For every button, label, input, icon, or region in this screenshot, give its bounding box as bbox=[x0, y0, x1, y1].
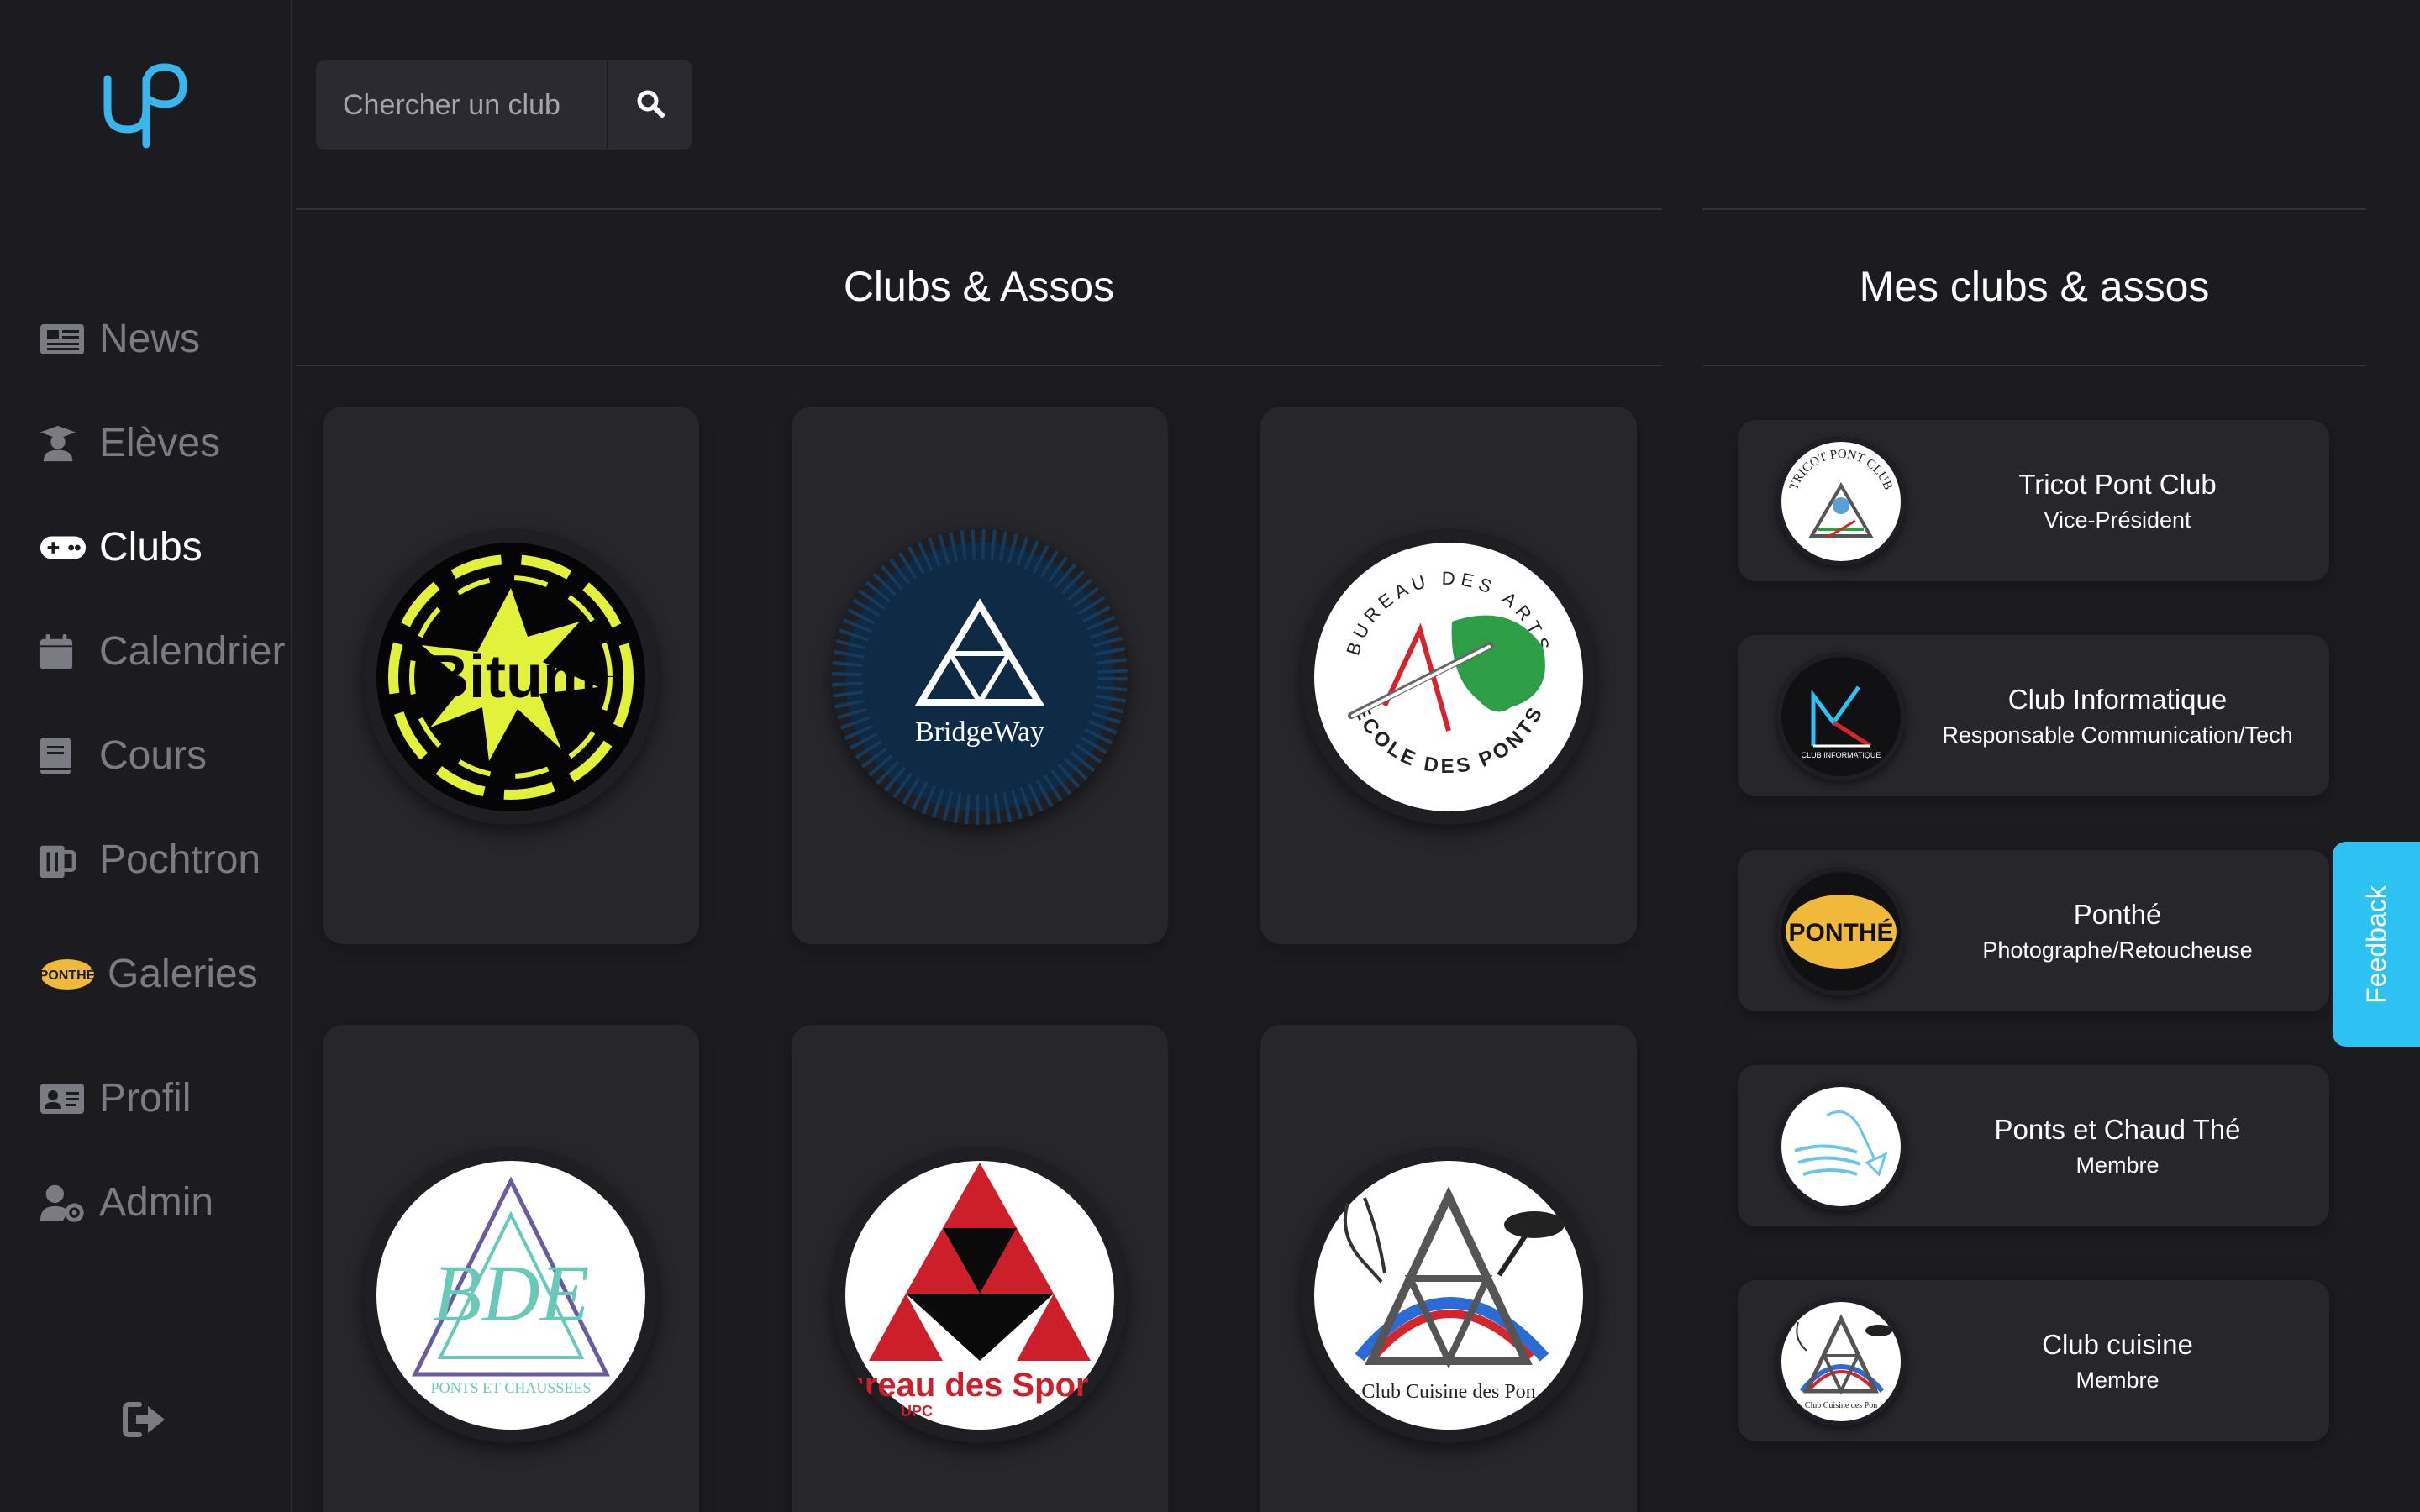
sidebar: News Elèves Clubs Calendrier Cours Pocht… bbox=[0, 0, 292, 1512]
divider bbox=[296, 208, 1662, 210]
ponthe-logo-icon: PONTHÉ bbox=[39, 954, 96, 995]
my-club-item-club-cuisine[interactable]: Club Cuisine des Pon Club cuisine Membre bbox=[1738, 1280, 2329, 1441]
club-logo: ureau des Spor UPC bbox=[832, 1147, 1128, 1443]
my-club-item-club-informatique[interactable]: CLUB INFORMATIQUE Club Informatique Resp… bbox=[1738, 635, 2329, 796]
sidebar-item-galeries[interactable]: PONTHÉ Galeries bbox=[39, 951, 258, 997]
club-name: Ponts et Chaud Thé bbox=[1994, 1113, 2241, 1145]
club-logo: Club Cuisine des Pon bbox=[1776, 1297, 1906, 1426]
bridgeway-logo-text: BridgeWay bbox=[915, 717, 1044, 748]
club-role: Vice-Président bbox=[2044, 507, 2191, 533]
sidebar-item-profil[interactable]: Profil bbox=[39, 1075, 191, 1121]
club-card-bureau-des-arts[interactable]: BUREAU DES ARTS ECOLE DES PONTS bbox=[1260, 407, 1637, 944]
sidebar-item-label: Galeries bbox=[108, 952, 258, 996]
club-logo: Bitum bbox=[363, 529, 659, 825]
sidebar-item-label: Cours bbox=[99, 733, 208, 778]
club-card-bridgeway[interactable]: BridgeWay bbox=[792, 407, 1168, 944]
divider bbox=[296, 365, 1662, 366]
club-role: Photographe/Retoucheuse bbox=[1982, 937, 2253, 963]
beer-mug-icon bbox=[39, 840, 87, 880]
book-icon bbox=[39, 736, 87, 776]
cuisine-small-logo-text: Club Cuisine des Pon bbox=[1805, 1401, 1877, 1410]
club-card-club-cuisine[interactable]: Club Cuisine des Pon bbox=[1260, 1025, 1637, 1512]
club-logo: BDE PONTS ET CHAUSSEES bbox=[363, 1147, 659, 1443]
my-club-item-tricot-pont-club[interactable]: TRICOT PONT CLUB Tricot Pont Club Vice-P… bbox=[1738, 420, 2329, 581]
up-logo[interactable] bbox=[99, 60, 192, 153]
club-search bbox=[316, 60, 692, 150]
clubs-section-title: Clubs & Assos bbox=[843, 263, 1115, 310]
club-logo: TRICOT PONT CLUB bbox=[1776, 437, 1906, 566]
my-club-text: Club cuisine Membre bbox=[1906, 1280, 2329, 1441]
sidebar-item-label: Profil bbox=[99, 1076, 192, 1121]
sidebar-item-pochtron[interactable]: Pochtron bbox=[39, 837, 260, 883]
divider bbox=[1702, 365, 2366, 366]
bde-logo-subtext: PONTS ET CHAUSSEES bbox=[431, 1379, 592, 1396]
user-cog-icon bbox=[39, 1183, 87, 1223]
club-role: Membre bbox=[2075, 1367, 2160, 1393]
club-logo: BridgeWay bbox=[832, 529, 1128, 825]
my-club-text: Ponts et Chaud Thé Membre bbox=[1906, 1065, 2329, 1226]
club-card-bureau-des-sports[interactable]: ureau des Spor UPC bbox=[792, 1025, 1168, 1512]
divider bbox=[1702, 208, 2366, 210]
bds-logo-subtext: UPC bbox=[901, 1403, 933, 1420]
svg-text:PONTHÉ: PONTHÉ bbox=[39, 967, 96, 983]
search-input[interactable] bbox=[316, 60, 607, 150]
my-club-text: Ponthé Photographe/Retoucheuse bbox=[1906, 850, 2329, 1011]
my-club-item-ponts-et-chaud-the[interactable]: Ponts et Chaud Thé Membre bbox=[1738, 1065, 2329, 1226]
bitum-logo-text: Bitum bbox=[425, 643, 597, 711]
bde-logo-text: BDE bbox=[433, 1248, 590, 1338]
newspaper-icon bbox=[39, 319, 87, 360]
sidebar-item-news[interactable]: News bbox=[39, 316, 200, 362]
sign-out-icon[interactable] bbox=[123, 1401, 166, 1438]
club-card-bde[interactable]: BDE PONTS ET CHAUSSEES bbox=[323, 1025, 699, 1512]
informatique-logo-text: CLUB INFORMATIQUE bbox=[1802, 751, 1881, 759]
search-button[interactable] bbox=[607, 60, 692, 150]
club-name: Ponthé bbox=[2073, 898, 2162, 930]
club-logo: PONTHÉ bbox=[1776, 867, 1906, 996]
my-club-item-ponthe[interactable]: PONTHÉ Ponthé Photographe/Retoucheuse bbox=[1738, 850, 2329, 1011]
gamepad-icon bbox=[39, 528, 87, 568]
club-name: Club cuisine bbox=[2042, 1328, 2193, 1360]
sidebar-item-admin[interactable]: Admin bbox=[39, 1179, 213, 1226]
feedback-button[interactable]: Feedback bbox=[2333, 842, 2420, 1047]
id-card-icon bbox=[39, 1079, 87, 1119]
sidebar-item-label: News bbox=[99, 317, 201, 361]
sidebar-item-label: Admin bbox=[99, 1180, 214, 1225]
sidebar-item-label: Calendrier bbox=[99, 629, 286, 674]
club-logo bbox=[1776, 1082, 1906, 1211]
club-logo: CLUB INFORMATIQUE bbox=[1776, 652, 1906, 781]
search-icon bbox=[636, 89, 665, 122]
sidebar-item-clubs[interactable]: Clubs bbox=[39, 524, 203, 570]
ponthe-logo-text: PONTHÉ bbox=[1788, 918, 1893, 947]
club-name: Tricot Pont Club bbox=[2018, 468, 2217, 500]
cuisine-logo-text: Club Cuisine des Pon bbox=[1361, 1381, 1535, 1403]
calendar-icon bbox=[39, 632, 87, 672]
graduate-icon bbox=[39, 423, 87, 464]
my-clubs-section-title: Mes clubs & assos bbox=[1859, 263, 2210, 310]
sidebar-item-calendrier[interactable]: Calendrier bbox=[39, 628, 285, 675]
club-role: Membre bbox=[2075, 1152, 2160, 1178]
club-role: Responsable Communication/Tech bbox=[1942, 722, 2293, 748]
club-card-bitum[interactable]: Bitum bbox=[323, 407, 699, 944]
club-logo: Club Cuisine des Pon bbox=[1301, 1147, 1597, 1443]
club-logo: BUREAU DES ARTS ECOLE DES PONTS bbox=[1301, 529, 1597, 825]
sidebar-item-eleves[interactable]: Elèves bbox=[39, 420, 220, 466]
feedback-label: Feedback bbox=[2360, 885, 2391, 1004]
sidebar-item-cours[interactable]: Cours bbox=[39, 732, 207, 779]
sidebar-item-label: Clubs bbox=[99, 525, 203, 570]
bds-logo-text: ureau des Spor bbox=[844, 1367, 1088, 1404]
sidebar-item-label: Pochtron bbox=[99, 837, 261, 882]
club-name: Club Informatique bbox=[2007, 683, 2228, 715]
sidebar-item-label: Elèves bbox=[99, 421, 221, 465]
my-club-text: Tricot Pont Club Vice-Président bbox=[1906, 420, 2329, 581]
my-club-text: Club Informatique Responsable Communicat… bbox=[1906, 635, 2329, 796]
